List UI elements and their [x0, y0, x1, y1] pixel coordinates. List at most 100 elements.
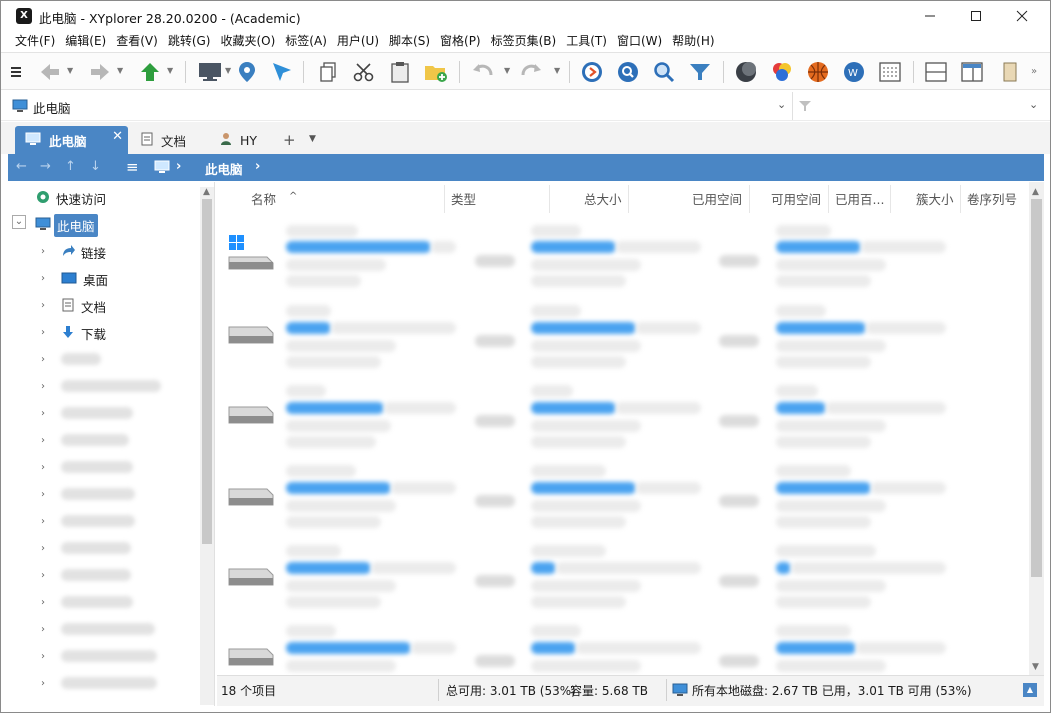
menu-user[interactable]: 用户(U): [332, 31, 384, 52]
column-divider[interactable]: [890, 185, 891, 213]
tree-item-blurred[interactable]: [61, 353, 101, 365]
new-tab-button[interactable]: +: [283, 131, 296, 149]
tree-item-blurred[interactable]: [61, 488, 135, 500]
tree-item-blurred[interactable]: [61, 596, 133, 608]
filter-input[interactable]: [792, 92, 1050, 120]
expand-icon[interactable]: ›: [41, 516, 45, 527]
up-button[interactable]: [137, 59, 163, 85]
back-dropdown-icon[interactable]: ▼: [67, 66, 73, 75]
menu-window[interactable]: 窗口(W): [612, 31, 667, 52]
list-item[interactable]: [227, 231, 275, 274]
info-panel-button[interactable]: [997, 59, 1023, 85]
tab-close-icon[interactable]: ✕: [112, 129, 123, 144]
expand-icon[interactable]: ›: [41, 273, 45, 284]
new-folder-button[interactable]: [423, 59, 449, 85]
tree-item-blurred[interactable]: [61, 461, 133, 473]
expand-icon[interactable]: ›: [41, 408, 45, 419]
chevron-right-icon[interactable]: ›: [176, 159, 181, 174]
tab-list-dropdown-icon[interactable]: ▼: [309, 134, 316, 144]
list-scrollbar-thumb[interactable]: [1031, 199, 1042, 577]
tree-item-blurred[interactable]: [61, 380, 161, 392]
column-header-volume-serial[interactable]: 卷序列号: [967, 189, 1017, 208]
column-header-free-space[interactable]: 可用空间: [771, 189, 821, 208]
menu-view[interactable]: 查看(V): [111, 31, 163, 52]
minimize-button[interactable]: [907, 1, 953, 31]
scroll-up-icon[interactable]: ▲: [203, 187, 210, 197]
grid-view-button[interactable]: [877, 59, 903, 85]
tree-item-documents[interactable]: 文档: [61, 294, 106, 318]
expand-icon[interactable]: ›: [41, 543, 45, 554]
expand-icon[interactable]: ›: [41, 678, 45, 689]
expand-icon[interactable]: ›: [41, 651, 45, 662]
menu-tags[interactable]: 标签(A): [280, 31, 332, 52]
tree-item-blurred[interactable]: [61, 677, 157, 689]
column-header-used-percent[interactable]: 已用百...: [835, 189, 884, 208]
cut-button[interactable]: [351, 59, 377, 85]
collapse-icon[interactable]: ⌄: [12, 215, 26, 229]
tree-item-blurred[interactable]: [61, 407, 133, 419]
tree-scrollbar-thumb[interactable]: [202, 199, 212, 544]
tab-this-pc[interactable]: 此电脑 ✕: [15, 126, 128, 154]
go-to-button[interactable]: [579, 59, 605, 85]
dark-mode-button[interactable]: [733, 59, 759, 85]
tab-documents[interactable]: 文档: [131, 126, 196, 154]
list-item[interactable]: [227, 313, 275, 356]
redo-button[interactable]: [519, 59, 545, 85]
preview-pane-button[interactable]: [959, 59, 985, 85]
column-divider[interactable]: [828, 185, 829, 213]
menu-favorites[interactable]: 收藏夹(O): [215, 31, 280, 52]
tree-item-downloads[interactable]: 下载: [61, 321, 106, 345]
pointer-button[interactable]: [269, 59, 295, 85]
column-divider[interactable]: [549, 185, 550, 213]
location-button[interactable]: [234, 59, 260, 85]
expand-icon[interactable]: ›: [41, 489, 45, 500]
forward-button[interactable]: [87, 59, 113, 85]
crumb-forward-icon[interactable]: →: [40, 159, 51, 174]
column-header-name[interactable]: 名称: [251, 189, 276, 208]
menu-tabsets[interactable]: 标签页集(B): [486, 31, 562, 52]
column-header-type[interactable]: 类型: [451, 189, 476, 208]
address-dropdown-icon[interactable]: ⌄: [777, 98, 786, 111]
hamburger-button[interactable]: [8, 59, 24, 85]
tree-item-blurred[interactable]: [61, 569, 131, 581]
column-header-total-size[interactable]: 总大小: [584, 189, 622, 208]
menu-go[interactable]: 跳转(G): [163, 31, 216, 52]
menu-file[interactable]: 文件(F): [10, 31, 60, 52]
tree-item-this-pc[interactable]: 此电脑: [35, 213, 98, 237]
redo-dropdown-icon[interactable]: ▼: [554, 66, 560, 75]
column-header-cluster-size[interactable]: 簇大小: [916, 189, 954, 208]
tree-item-desktop[interactable]: 桌面: [61, 267, 108, 291]
column-divider[interactable]: [749, 185, 750, 213]
computer-button[interactable]: [197, 59, 223, 85]
computer-dropdown-icon[interactable]: ▼: [225, 66, 231, 75]
column-divider[interactable]: [444, 185, 445, 213]
column-divider[interactable]: [628, 185, 629, 213]
filter-dropdown-icon[interactable]: ⌄: [1029, 98, 1038, 111]
copy-path-button[interactable]: [315, 59, 341, 85]
computer-icon[interactable]: [154, 160, 170, 177]
expand-icon[interactable]: ›: [41, 597, 45, 608]
breadcrumb-this-pc[interactable]: 此电脑: [205, 159, 243, 178]
address-input[interactable]: 此电脑: [33, 98, 71, 117]
expand-icon[interactable]: ›: [41, 624, 45, 635]
up-dropdown-icon[interactable]: ▼: [167, 66, 173, 75]
tree-item-blurred[interactable]: [61, 434, 129, 446]
list-item[interactable]: [227, 475, 275, 518]
forward-dropdown-icon[interactable]: ▼: [117, 66, 123, 75]
expand-icon[interactable]: ›: [41, 354, 45, 365]
toolbar-overflow-icon[interactable]: »: [1031, 66, 1037, 77]
tree-item-blurred[interactable]: [61, 623, 155, 635]
ball-button[interactable]: [805, 59, 831, 85]
undo-button[interactable]: [469, 59, 495, 85]
expand-icon[interactable]: ›: [41, 381, 45, 392]
menu-panes[interactable]: 窗格(P): [435, 31, 486, 52]
tab-hy[interactable]: HY: [210, 126, 267, 154]
list-item[interactable]: [227, 635, 275, 678]
chevron-right-icon[interactable]: ›: [255, 159, 260, 174]
expand-icon[interactable]: ›: [41, 246, 45, 257]
maximize-button[interactable]: [953, 1, 999, 31]
filter-button[interactable]: [687, 59, 713, 85]
expand-icon[interactable]: ›: [41, 300, 45, 311]
tree-item-quick-access[interactable]: 快速访问: [36, 186, 106, 210]
back-button[interactable]: [37, 59, 63, 85]
